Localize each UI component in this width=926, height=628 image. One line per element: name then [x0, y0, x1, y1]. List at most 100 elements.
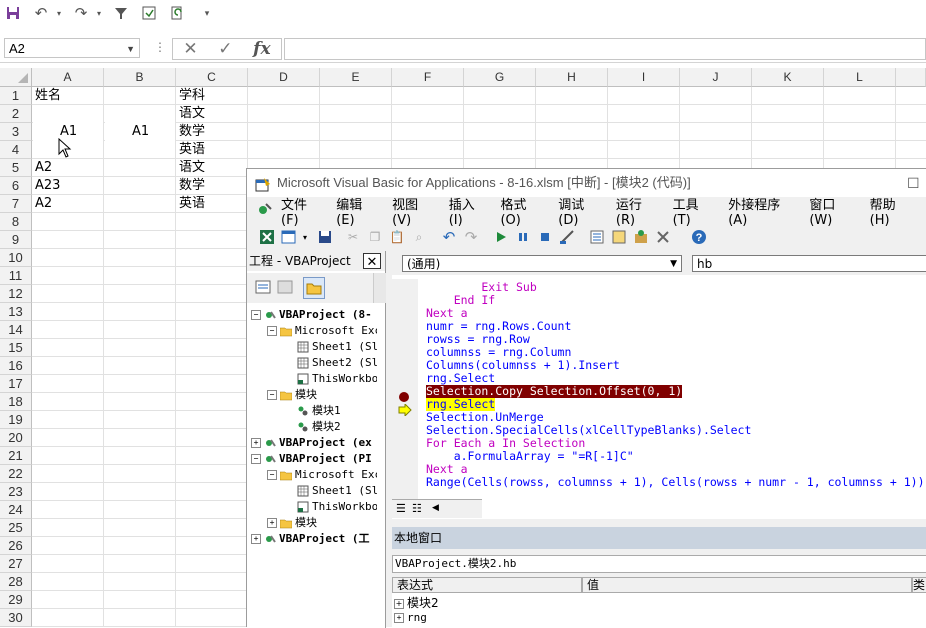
row-header[interactable]: 19: [0, 411, 32, 429]
row-header[interactable]: 23: [0, 483, 32, 501]
cell-a5[interactable]: A2: [35, 159, 52, 177]
tree-node[interactable]: ThisWorkbo: [297, 371, 377, 387]
tree-node[interactable]: 模块1: [297, 403, 341, 419]
customize-qat-icon[interactable]: ▾: [198, 4, 216, 22]
tree-node[interactable]: Sheet1 (Sl: [297, 339, 377, 355]
menu-view[interactable]: 视图(V): [392, 194, 435, 228]
paste-icon[interactable]: 📋: [389, 229, 405, 245]
row-header[interactable]: 22: [0, 465, 32, 483]
tree-node[interactable]: − Microsoft Exc: [267, 467, 377, 483]
column-header-f[interactable]: F: [392, 68, 464, 87]
excel-view-icon[interactable]: [259, 229, 275, 245]
undo-dropdown-icon[interactable]: ▾: [50, 4, 68, 22]
project-explorer-icon[interactable]: [589, 229, 605, 245]
row-header[interactable]: 16: [0, 357, 32, 375]
row-header[interactable]: 1: [0, 87, 32, 105]
undo-icon[interactable]: ↶: [441, 229, 457, 246]
maximize-icon[interactable]: ☐: [907, 169, 920, 197]
menu-format[interactable]: 格式(O): [500, 194, 544, 228]
row-header[interactable]: 6: [0, 177, 32, 195]
row-header[interactable]: 30: [0, 609, 32, 627]
locals-row[interactable]: + 模块2: [394, 595, 439, 611]
properties-icon[interactable]: [611, 229, 627, 245]
toolbox-icon[interactable]: [655, 229, 671, 245]
toggle-folders-icon[interactable]: [303, 277, 325, 299]
tree-node[interactable]: − VBAProject (PI: [251, 451, 372, 467]
cut-icon[interactable]: ✂: [345, 229, 361, 245]
cell-c5[interactable]: 语文: [179, 159, 205, 177]
tree-node[interactable]: − 模块: [267, 387, 317, 403]
refresh-icon[interactable]: [168, 4, 186, 22]
cell-a7[interactable]: A2: [35, 195, 52, 213]
row-header[interactable]: 2: [0, 105, 32, 123]
locals-header-type[interactable]: 类: [912, 577, 926, 593]
column-header-l[interactable]: L: [824, 68, 896, 87]
insert-userform-icon[interactable]: [281, 229, 297, 245]
copy-icon[interactable]: ❐: [367, 229, 383, 245]
row-header[interactable]: 10: [0, 249, 32, 267]
row-header[interactable]: 20: [0, 429, 32, 447]
menu-file[interactable]: 文件(F): [281, 194, 322, 228]
locals-header-expression[interactable]: 表达式: [392, 577, 582, 593]
vba-menu-icon[interactable]: [257, 201, 273, 221]
help-icon[interactable]: ?: [691, 229, 707, 245]
row-header[interactable]: 27: [0, 555, 32, 573]
row-header[interactable]: 8: [0, 213, 32, 231]
name-box[interactable]: A2 ▼: [4, 38, 140, 58]
filter-icon[interactable]: [112, 4, 130, 22]
menu-debug[interactable]: 调试(D): [558, 194, 602, 228]
tree-node[interactable]: − VBAProject (8-: [251, 307, 372, 323]
cell-a1[interactable]: 姓名: [35, 87, 61, 105]
tree-node[interactable]: + VBAProject (工: [251, 531, 369, 547]
scrollbar[interactable]: [373, 273, 386, 303]
locals-grid[interactable]: 表达式 值 类 + 模块2 + rng: [392, 577, 926, 628]
table-icon[interactable]: [140, 4, 158, 22]
save-icon[interactable]: [4, 4, 22, 22]
full-module-view-icon[interactable]: ☷: [412, 502, 422, 515]
pause-icon[interactable]: [515, 229, 531, 245]
row-header[interactable]: 13: [0, 303, 32, 321]
cancel-icon[interactable]: ✕: [183, 39, 197, 59]
stop-icon[interactable]: [537, 229, 553, 245]
menu-insert[interactable]: 插入(I): [449, 194, 487, 228]
column-header-e[interactable]: E: [320, 68, 392, 87]
cell-b3[interactable]: A1: [132, 123, 149, 141]
tree-node[interactable]: + VBAProject (ex: [251, 435, 372, 451]
object-browser-icon[interactable]: [633, 229, 649, 245]
formula-input[interactable]: [284, 38, 926, 60]
row-header[interactable]: 28: [0, 573, 32, 591]
close-icon[interactable]: ✕: [363, 253, 381, 269]
row-header[interactable]: 12: [0, 285, 32, 303]
redo-icon[interactable]: ↷: [463, 229, 479, 246]
save-icon[interactable]: [317, 229, 333, 245]
code-margin[interactable]: [392, 279, 418, 499]
row-header[interactable]: 11: [0, 267, 32, 285]
menu-edit[interactable]: 编辑(E): [336, 194, 378, 228]
row-header[interactable]: 14: [0, 321, 32, 339]
column-header-d[interactable]: D: [248, 68, 320, 87]
column-header-c[interactable]: C: [176, 68, 248, 87]
run-icon[interactable]: [493, 229, 509, 245]
row-header[interactable]: 21: [0, 447, 32, 465]
procedure-view-icon[interactable]: ☰: [396, 502, 406, 515]
menu-help[interactable]: 帮助(H): [870, 194, 913, 228]
chevron-down-icon[interactable]: ▼: [670, 256, 677, 273]
menu-tools[interactable]: 工具(T): [673, 194, 715, 228]
menu-window[interactable]: 窗口(W): [809, 194, 855, 228]
select-all-corner[interactable]: [0, 68, 32, 87]
redo-icon[interactable]: ↷: [72, 4, 90, 22]
column-header-g[interactable]: G: [464, 68, 536, 87]
view-object-icon[interactable]: [277, 279, 293, 298]
tree-node[interactable]: 模块2: [297, 419, 341, 435]
cell-c1[interactable]: 学科: [179, 87, 205, 105]
column-header-k[interactable]: K: [752, 68, 824, 87]
cell-c7[interactable]: 英语: [179, 195, 205, 213]
row-header[interactable]: 9: [0, 231, 32, 249]
column-header-m[interactable]: [896, 68, 926, 87]
undo-icon[interactable]: ↶: [32, 4, 50, 22]
row-header[interactable]: 29: [0, 591, 32, 609]
row-header[interactable]: 4: [0, 141, 32, 159]
row-header[interactable]: 25: [0, 519, 32, 537]
menu-addins[interactable]: 外接程序(A): [728, 194, 795, 228]
column-header-i[interactable]: I: [608, 68, 680, 87]
